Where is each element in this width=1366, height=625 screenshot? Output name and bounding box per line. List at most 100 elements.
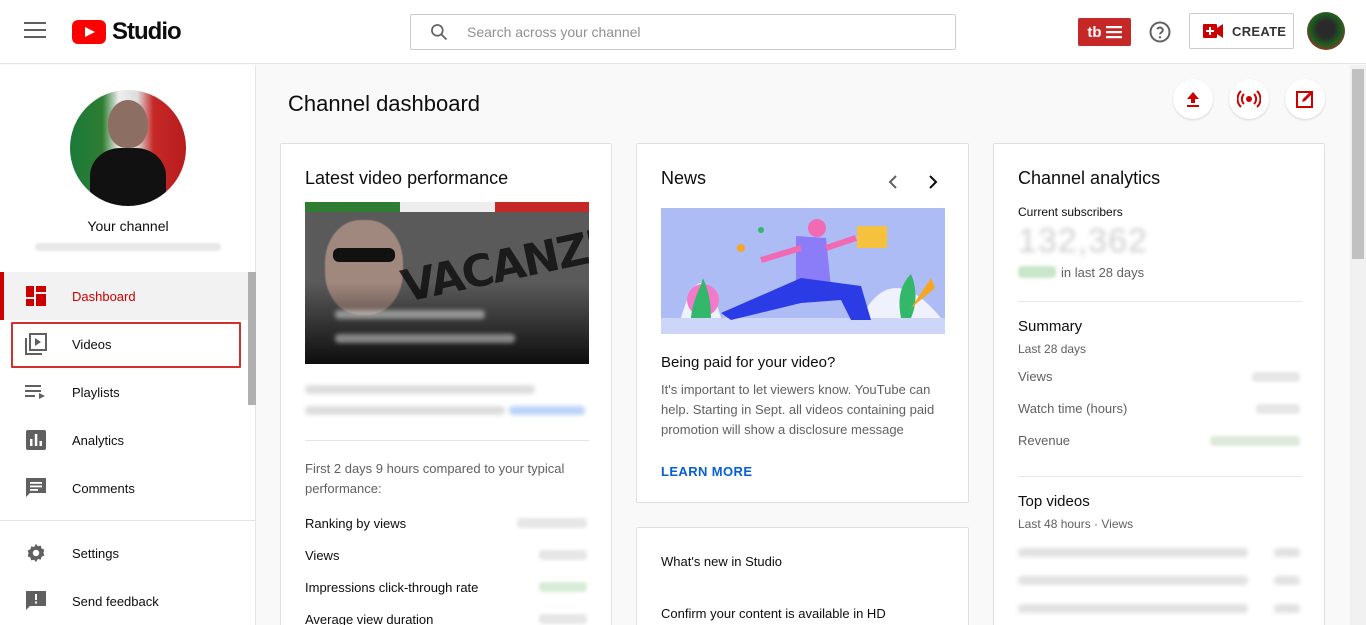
sidebar-item-label: Settings: [72, 545, 119, 561]
account-avatar[interactable]: [1307, 12, 1345, 50]
top-videos-title: Top videos: [1018, 493, 1090, 510]
news-body: It's important to let viewers know. YouT…: [661, 382, 935, 437]
top-video-views-blurred: [1274, 548, 1300, 557]
sidebar-item-settings[interactable]: Settings: [0, 529, 248, 577]
video-library-icon: [24, 332, 48, 356]
metric-value-blurred: [517, 518, 587, 528]
channel-analytics-card: Channel analytics Current subscribers 13…: [993, 143, 1325, 625]
summary-label: Views: [1018, 369, 1053, 384]
see-more-link-blurred[interactable]: [509, 406, 585, 415]
bar-chart-icon: [24, 428, 48, 452]
top-video-title-blurred[interactable]: [1018, 576, 1248, 585]
go-live-button[interactable]: [1229, 79, 1269, 119]
news-card: News Being paid for your video? It's imp…: [636, 143, 969, 503]
news-illustration: [661, 208, 945, 334]
card-divider: [1018, 476, 1302, 477]
whats-new-title: What's new in Studio: [661, 554, 782, 569]
sidebar-nav: Dashboard Videos Playlists Analytics Com…: [0, 272, 256, 625]
metric-label: Average view duration: [305, 612, 434, 625]
sidebar-divider: [0, 520, 256, 521]
sidebar-item-label: Comments: [72, 480, 135, 496]
feedback-icon: [24, 589, 48, 613]
news-headline: Being paid for your video?: [661, 354, 836, 371]
search-icon[interactable]: [411, 14, 467, 50]
search-box[interactable]: [410, 14, 956, 50]
video-insight-blurred: [305, 385, 535, 394]
create-post-button[interactable]: [1285, 79, 1325, 119]
whats-new-item[interactable]: Confirm your content is available in HD: [661, 604, 886, 624]
metric-label: Ranking by views: [305, 516, 407, 531]
subscriber-change-blurred: [1018, 266, 1056, 278]
playlist-icon: [24, 380, 48, 404]
sidebar-item-videos[interactable]: Videos: [0, 320, 248, 368]
top-video-title-blurred[interactable]: [1018, 548, 1248, 557]
top-video-views-blurred: [1274, 604, 1300, 613]
gear-icon: [24, 541, 48, 565]
top-video-title-blurred[interactable]: [1018, 604, 1248, 613]
summary-value-blurred: [1252, 372, 1300, 382]
chevron-right-icon[interactable]: [921, 170, 945, 194]
upload-icon: [1187, 92, 1199, 107]
page-scrollbar-thumb[interactable]: [1352, 69, 1364, 259]
sidebar-item-dashboard[interactable]: Dashboard: [0, 272, 248, 320]
card-divider: [305, 440, 589, 441]
video-camera-icon: [1203, 24, 1223, 38]
metric-label: Impressions click-through rate: [305, 580, 479, 595]
sidebar-item-comments[interactable]: Comments: [0, 464, 248, 512]
sidebar: Your channel Dashboard Videos Playlists …: [0, 65, 256, 625]
sidebar-item-label: Analytics: [72, 432, 125, 448]
logo-text: Studio: [112, 18, 182, 45]
summary-value-blurred: [1256, 404, 1300, 414]
top-videos-period: Last 48 hours · Views: [1018, 517, 1134, 531]
tubebuddy-badge-text: tb: [1087, 23, 1102, 41]
page-scrollbar[interactable]: [1350, 65, 1366, 625]
top-video-views-blurred: [1274, 576, 1300, 585]
compare-text: First 2 days 9 hours compared to your ty…: [305, 461, 565, 496]
chevron-left-icon[interactable]: [881, 170, 905, 194]
video-insight-blurred: [305, 406, 505, 415]
sidebar-item-label: Dashboard: [72, 288, 136, 304]
metric-value-blurred: [539, 582, 587, 592]
comment-icon: [24, 476, 48, 500]
card-divider: [1018, 301, 1302, 302]
summary-period: Last 28 days: [1018, 342, 1087, 356]
help-icon[interactable]: [1148, 20, 1172, 44]
sidebar-item-label: Videos: [72, 336, 112, 352]
subscribers-label: Current subscribers: [1018, 205, 1123, 219]
learn-more-link[interactable]: LEARN MORE: [661, 464, 752, 479]
page-title: Channel dashboard: [288, 91, 481, 116]
upload-button[interactable]: [1173, 79, 1213, 119]
channel-avatar[interactable]: [70, 90, 186, 206]
menu-icon[interactable]: [24, 22, 46, 42]
edit-icon: [1296, 91, 1313, 108]
sidebar-item-label: Playlists: [72, 384, 120, 400]
tubebuddy-menu-button[interactable]: tb: [1078, 18, 1131, 46]
youtube-logo-icon: [72, 20, 106, 44]
summary-label: Watch time (hours): [1018, 401, 1128, 416]
summary-label: Revenue: [1018, 433, 1071, 448]
latest-video-card: Latest video performance VACANZE First 2…: [280, 143, 612, 625]
create-label: CREATE: [1232, 23, 1287, 39]
metric-value-blurred: [539, 614, 587, 624]
dashboard-icon: [24, 284, 48, 308]
sidebar-scrollbar[interactable]: [248, 272, 256, 405]
list-icon: [1105, 26, 1122, 39]
video-thumbnail[interactable]: VACANZE: [305, 202, 589, 364]
live-icon: [1237, 90, 1261, 108]
create-button[interactable]: CREATE: [1189, 13, 1294, 49]
metric-value-blurred: [539, 550, 587, 560]
subscribers-count: 132,362: [1018, 222, 1148, 260]
subscriber-period: in last 28 days: [1061, 265, 1145, 280]
metric-label: Views: [305, 548, 340, 563]
your-channel-label: Your channel: [87, 218, 169, 234]
sidebar-item-playlists[interactable]: Playlists: [0, 368, 248, 416]
studio-logo[interactable]: Studio: [72, 18, 182, 45]
search-input[interactable]: [467, 24, 937, 40]
sidebar-item-analytics[interactable]: Analytics: [0, 416, 248, 464]
channel-name-blurred: [35, 243, 221, 251]
news-title: News: [661, 168, 707, 188]
latest-video-title: Latest video performance: [305, 168, 509, 188]
summary-value-blurred: [1210, 436, 1300, 446]
sidebar-item-send-feedback[interactable]: Send feedback: [0, 577, 248, 625]
top-bar: Studio tb CREATE: [0, 0, 1366, 64]
